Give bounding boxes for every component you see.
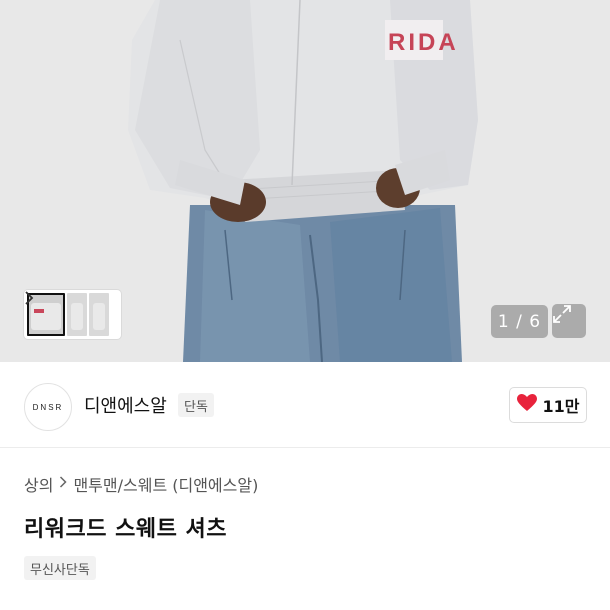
brand-name[interactable]: 디앤에스알 (84, 392, 167, 418)
thumbnail-3[interactable] (89, 293, 109, 336)
thumbnail-2[interactable] (67, 293, 87, 336)
brand-logo[interactable]: DNSR (24, 383, 72, 431)
expand-button[interactable] (552, 304, 586, 338)
svg-text:RIDA: RIDA (388, 29, 459, 56)
thumbnail-figure (93, 303, 105, 330)
brand-row: DNSR 디앤에스알 단독 11만 (0, 362, 610, 448)
image-counter: 1 / 6 (491, 305, 548, 338)
like-count: 11만 (542, 397, 580, 416)
thumbnail-print (34, 309, 44, 313)
thumbnail-strip[interactable] (24, 290, 121, 339)
thumbnail-figure (71, 303, 83, 330)
chevron-right-icon (59, 476, 68, 492)
like-button[interactable]: 11만 (509, 387, 587, 423)
heart-icon (516, 394, 537, 416)
thumbnail-figure (31, 303, 61, 330)
breadcrumb-category[interactable]: 상의 (24, 472, 53, 496)
brand-exclusive-badge: 단독 (178, 393, 214, 417)
exclusive-tag: 무신사단독 (24, 556, 96, 580)
breadcrumb-subcategory[interactable]: 맨투맨/스웨트 (디앤에스알) (73, 472, 258, 496)
breadcrumb: 상의 맨투맨/스웨트 (디앤에스알) (24, 472, 258, 496)
product-image-gallery[interactable]: RIDA 1 / 6 (0, 0, 610, 362)
product-title: 리워크드 스웨트 셔츠 (24, 517, 227, 542)
